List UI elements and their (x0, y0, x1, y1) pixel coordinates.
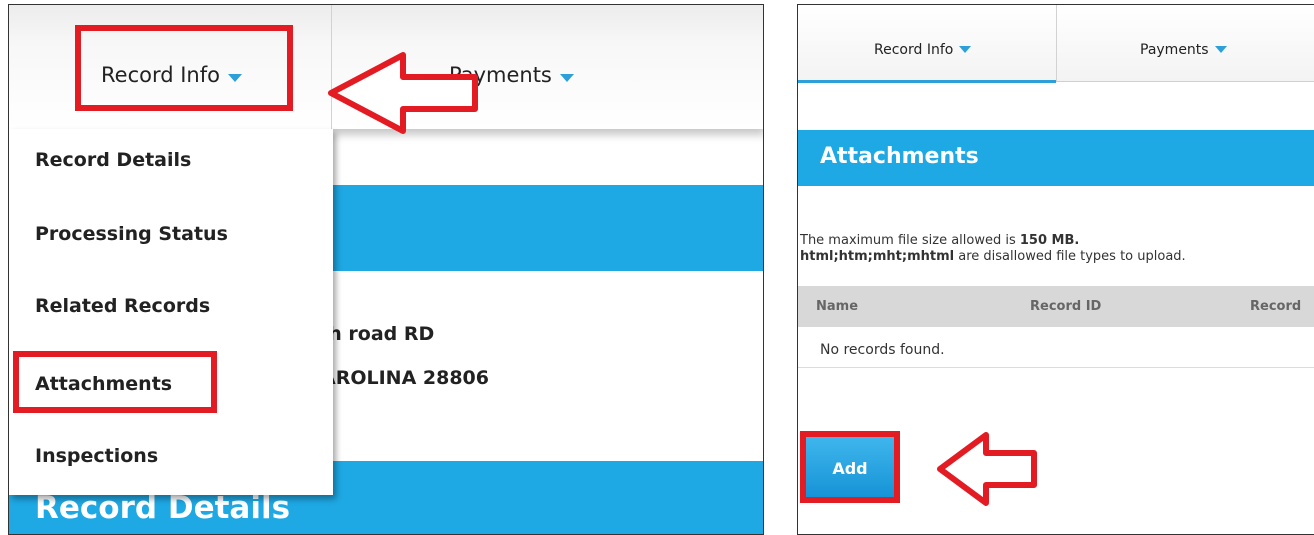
column-header-record-id[interactable]: Record ID (1030, 299, 1101, 314)
empty-table-message: No records found. (820, 342, 945, 358)
upload-info: The maximum file size allowed is 150 MB.… (800, 233, 1186, 265)
menu-item-processing-status[interactable]: Processing Status (35, 223, 228, 245)
disallowed-types-text: html;htm;mht;mhtml are disallowed file t… (800, 249, 1186, 264)
tab-payments-label: Payments (1140, 42, 1209, 58)
record-details-title: Record Details (35, 490, 291, 526)
add-button-highlight-box (800, 431, 900, 503)
record-info-dropdown-menu: Record Details Processing Status Related… (9, 129, 333, 495)
right-screenshot: Record Info Payments Attachments The max… (797, 4, 1314, 535)
menu-item-inspections[interactable]: Inspections (35, 445, 158, 467)
menu-item-record-details[interactable]: Record Details (35, 149, 191, 171)
chevron-down-icon (1214, 46, 1227, 53)
nav-bottom-border (1056, 81, 1314, 82)
menu-item-related-records[interactable]: Related Records (35, 295, 210, 317)
tab-payments[interactable]: Payments (1140, 39, 1227, 58)
column-header-name[interactable]: Name (816, 299, 858, 314)
tab-record-info[interactable]: Record Info (874, 39, 972, 58)
attachments-title: Attachments (820, 144, 979, 169)
left-arrow-icon (937, 432, 1037, 506)
attachments-highlight-box (13, 351, 217, 413)
record-info-highlight-box (75, 25, 293, 111)
tab-divider (1056, 5, 1057, 81)
left-arrow-icon (328, 52, 478, 134)
address-line-1: ch road RD (317, 323, 435, 345)
chevron-down-icon (959, 46, 972, 53)
active-tab-indicator (798, 80, 1056, 83)
table-bottom-border (798, 367, 1314, 368)
max-file-size-text: The maximum file size allowed is 150 MB. (800, 233, 1080, 248)
tab-record-info-label: Record Info (874, 42, 954, 58)
column-header-record[interactable]: Record (1250, 299, 1301, 314)
chevron-down-icon (559, 73, 574, 82)
left-screenshot: ch road RD AROLINA 28806 Record Details … (8, 4, 764, 535)
address-line-2: AROLINA 28806 (321, 367, 489, 389)
